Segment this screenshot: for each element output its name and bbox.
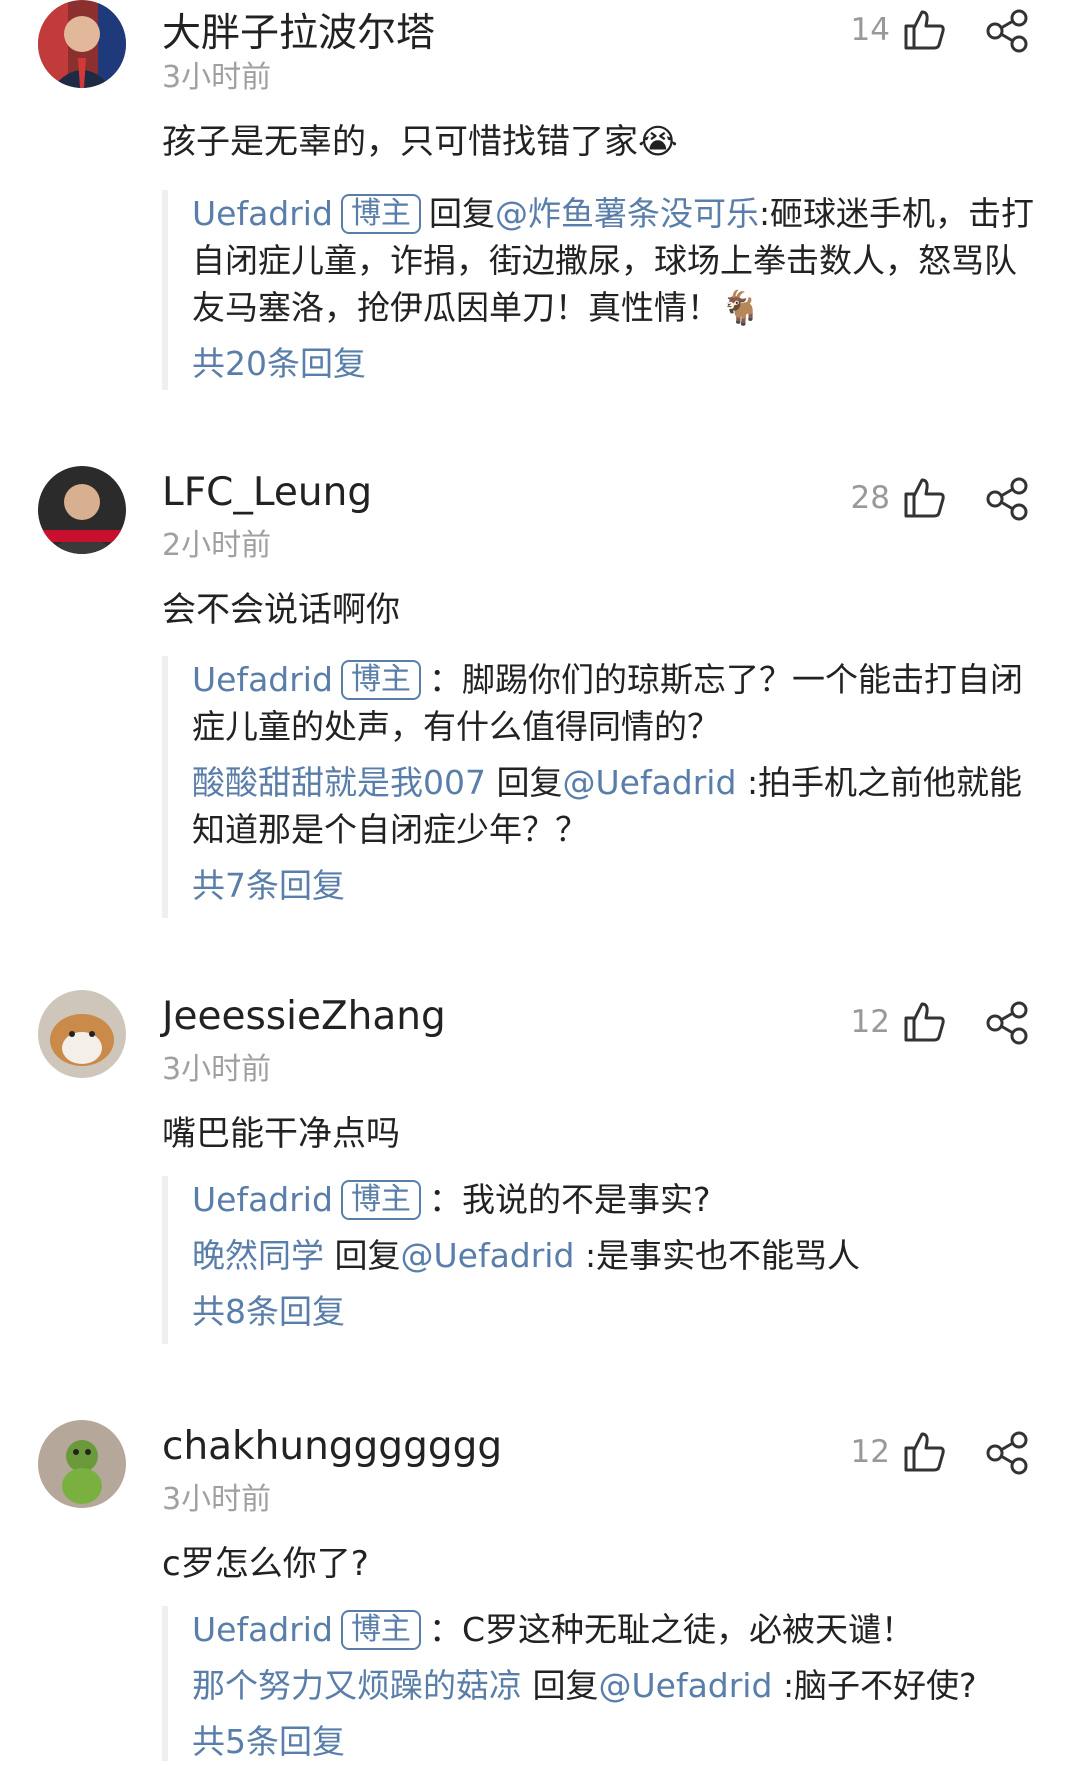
reply-target[interactable]: @Uefadrid — [563, 763, 737, 802]
reply-prefix: 回复 — [428, 194, 495, 233]
reply-prefix: 回复 — [334, 1236, 401, 1275]
author-badge: 博主 — [340, 1180, 421, 1220]
crying-emoji: 😭 — [638, 122, 678, 162]
avatar[interactable] — [38, 466, 126, 554]
comment-content: 孩子是无辜的，只可惜找错了家😭 — [162, 114, 678, 163]
comment-username[interactable]: 大胖子拉波尔塔 — [162, 2, 435, 58]
reply-username[interactable]: Uefadrid — [192, 660, 333, 699]
share-icon[interactable] — [985, 1000, 1031, 1046]
reply-username[interactable]: 那个努力又烦躁的菇凉 — [192, 1666, 522, 1705]
reply-username[interactable]: 晚然同学 — [192, 1236, 324, 1275]
reply-username[interactable]: Uefadrid — [192, 1180, 333, 1219]
avatar[interactable] — [38, 1420, 126, 1508]
more-replies-link[interactable]: 共20条回复 — [192, 340, 1042, 387]
like-count: 12 — [850, 1434, 890, 1470]
like-count: 28 — [850, 480, 890, 516]
reply: 晚然同学 回复@Uefadrid :是事实也不能骂人 — [192, 1232, 1042, 1279]
share-icon[interactable] — [985, 8, 1031, 54]
reply-text: ：C罗这种无耻之徒，必被天谴！ — [428, 1610, 914, 1649]
reply: Uefadrid 博主 ：脚踢你们的琼斯忘了？一个能击打自闭症儿童的处声，有什么值得… — [192, 656, 1042, 750]
author-badge: 博主 — [340, 194, 421, 234]
like-count: 12 — [850, 1004, 890, 1040]
more-replies-link[interactable]: 共7条回复 — [192, 862, 1042, 909]
like-count: 14 — [850, 12, 890, 48]
more-replies-link[interactable]: 共5条回复 — [192, 1718, 1042, 1765]
comment-time: 3小时前 — [162, 60, 272, 95]
comment-username[interactable]: LFC_Leung — [162, 470, 372, 515]
comment-time: 2小时前 — [162, 528, 272, 563]
avatar[interactable] — [38, 990, 126, 1078]
like-icon[interactable] — [902, 1000, 946, 1044]
reply: Uefadrid 博主 ：我说的不是事实? — [192, 1176, 1042, 1223]
reply: Uefadrid 博主 回复@炸鱼薯条没可乐:砸球迷手机，击打自闭症儿童，诈捐，街边… — [192, 190, 1042, 331]
comment-content: c罗怎么你了? — [162, 1544, 369, 1584]
comment-username[interactable]: JeeessieZhang — [162, 994, 446, 1039]
reply: Uefadrid 博主 ：C罗这种无耻之徒，必被天谴！ — [192, 1606, 1042, 1653]
like-icon[interactable] — [902, 1430, 946, 1474]
share-icon[interactable] — [985, 476, 1031, 522]
reply: 酸酸甜甜就是我007 回复@Uefadrid :拍手机之前他就能知道那是个自闭症… — [192, 759, 1042, 853]
share-icon[interactable] — [985, 1430, 1031, 1476]
reply-username[interactable]: Uefadrid — [192, 1610, 333, 1649]
author-badge: 博主 — [340, 1610, 421, 1650]
more-replies-link[interactable]: 共8条回复 — [192, 1288, 1042, 1335]
reply: 那个努力又烦躁的菇凉 回复@Uefadrid :脑子不好使? — [192, 1662, 1042, 1709]
reply-box: Uefadrid 博主 ：我说的不是事实? 晚然同学 回复@Uefadrid :是事… — [162, 1176, 1042, 1344]
comment-content: 嘴巴能干净点吗 — [162, 1114, 400, 1154]
reply-text: :脑子不好使? — [782, 1666, 977, 1705]
like-icon[interactable] — [902, 8, 946, 52]
reply-text: :是事实也不能骂人 — [584, 1236, 861, 1275]
reply-username[interactable]: 酸酸甜甜就是我007 — [192, 763, 486, 802]
avatar[interactable] — [38, 0, 126, 88]
comment-content: 会不会说话啊你 — [162, 590, 400, 630]
comment-text: 孩子是无辜的，只可惜找错了家 — [162, 122, 638, 162]
reply-box: Uefadrid 博主 ：C罗这种无耻之徒，必被天谴！ 那个努力又烦躁的菇凉 回复@… — [162, 1606, 1042, 1761]
comment-username[interactable]: chakhunggggggg — [162, 1424, 502, 1469]
reply-box: Uefadrid 博主 ：脚踢你们的琼斯忘了？一个能击打自闭症儿童的处声，有什么值得… — [162, 656, 1042, 918]
like-icon[interactable] — [902, 476, 946, 520]
reply-target[interactable]: @Uefadrid — [401, 1236, 575, 1275]
goat-emoji: 🐐 — [720, 288, 762, 327]
author-badge: 博主 — [340, 660, 421, 700]
reply-prefix: 回复 — [496, 763, 563, 802]
reply-box: Uefadrid 博主 回复@炸鱼薯条没可乐:砸球迷手机，击打自闭症儿童，诈捐，街边… — [162, 190, 1042, 390]
comment-time: 3小时前 — [162, 1482, 272, 1517]
reply-target[interactable]: @炸鱼薯条没可乐 — [495, 194, 759, 233]
reply-target[interactable]: @Uefadrid — [599, 1666, 773, 1705]
reply-text: ：我说的不是事实? — [428, 1180, 711, 1219]
reply-prefix: 回复 — [532, 1666, 599, 1705]
reply-username[interactable]: Uefadrid — [192, 194, 333, 233]
comment-time: 3小时前 — [162, 1052, 272, 1087]
